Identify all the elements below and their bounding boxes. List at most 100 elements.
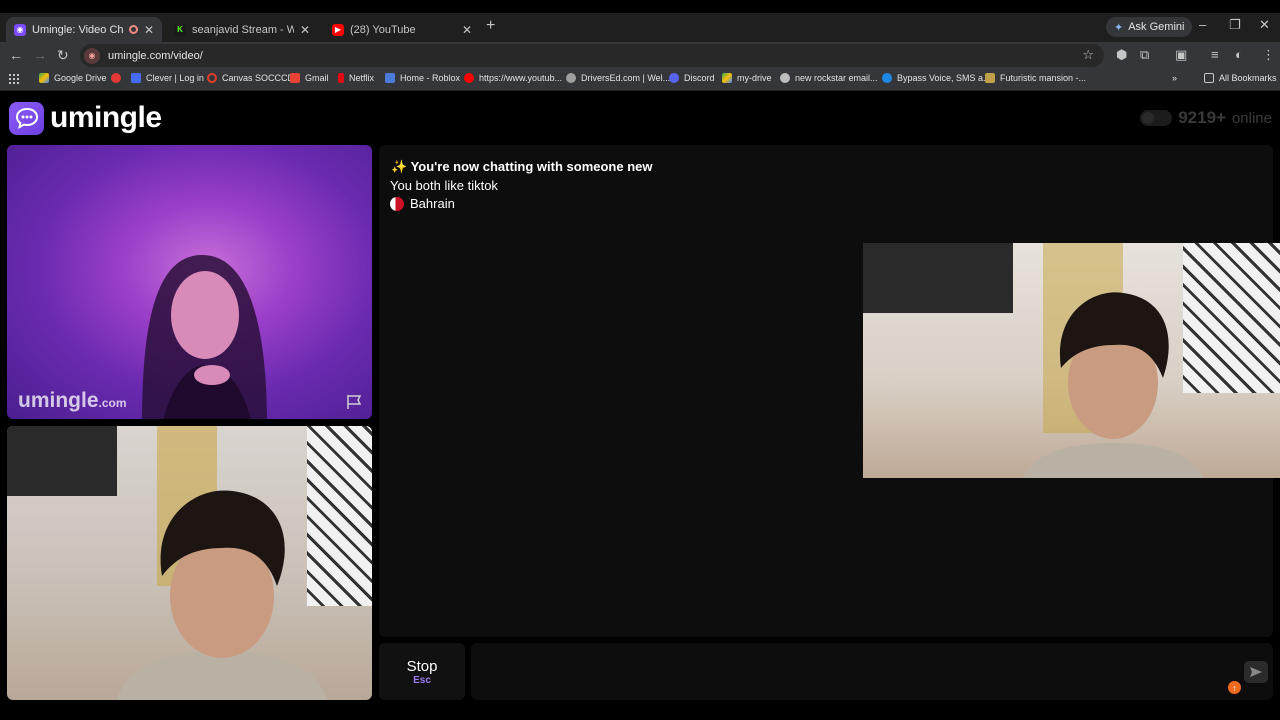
stranger-country: Bahrain: [390, 196, 455, 211]
google-drive-icon: [722, 73, 732, 83]
bookmark-bypass-voice[interactable]: Bypass Voice, SMS a...: [882, 73, 991, 83]
country-name: Bahrain: [410, 196, 455, 211]
bookmark-my-drive[interactable]: my-drive: [722, 73, 772, 83]
stranger-video: umingle.com: [7, 145, 372, 419]
notification-up-arrow-icon[interactable]: ↑: [1228, 681, 1241, 694]
kick-favicon-icon: K: [174, 23, 186, 36]
back-arrow-icon[interactable]: ←: [9, 47, 23, 63]
background-tv: [7, 426, 117, 496]
tab-title: Umingle: Video Chat with S: [32, 23, 123, 36]
address-bar[interactable]: ◉ umingle.com/video/ ☆: [80, 44, 1104, 67]
tab-kick-stream[interactable]: K seanjavid Stream - Watch Live o ✕: [166, 17, 318, 42]
reload-icon[interactable]: ↻: [57, 47, 69, 64]
clever-icon: [131, 73, 141, 83]
more-bookmarks-chevron-icon[interactable]: »: [1172, 73, 1177, 83]
new-chat-text: You're now chatting with someone new: [410, 159, 653, 174]
profile-icon[interactable]: ◐: [1235, 47, 1243, 62]
gemini-sparkle-icon: ✦: [1114, 21, 1124, 34]
theme-toggle[interactable]: [1140, 110, 1173, 126]
self-silhouette: [117, 490, 327, 700]
bookmark-google-drive[interactable]: Google Drive: [39, 73, 107, 83]
bookmark-discord[interactable]: Discord: [669, 73, 715, 83]
umingle-favicon-icon: ◉: [14, 23, 26, 36]
netflix-icon: [338, 73, 344, 83]
media-controls-icon[interactable]: ≡: [1211, 47, 1219, 62]
youtube-icon: [464, 73, 474, 83]
send-button[interactable]: [1244, 661, 1268, 683]
gmail-icon: [290, 73, 300, 83]
discord-icon: [669, 73, 679, 83]
background-tv: [863, 243, 1013, 313]
navigation-bar: ← → ↻ ◉ umingle.com/video/ ☆ ⬢ ⧉ ▣ ≡ ◐ ⋮: [0, 42, 1280, 69]
tab-title: (28) YouTube: [350, 23, 416, 36]
bookmark-rockstar[interactable]: new rockstar email...: [780, 73, 878, 83]
url-text: umingle.com/video/: [108, 49, 203, 62]
bookmark-gmail[interactable]: Gmail: [290, 73, 329, 83]
globe-icon: [566, 73, 576, 83]
stop-button[interactable]: Stop Esc: [379, 643, 465, 700]
close-tab-icon[interactable]: ✕: [462, 23, 472, 37]
common-interest-message: You both like tiktok: [390, 178, 498, 193]
canvas-icon: [207, 73, 217, 83]
tab-umingle[interactable]: ◉ Umingle: Video Chat with S ✕: [6, 17, 162, 42]
check-badge-icon: [882, 73, 892, 83]
bookmark-netflix[interactable]: Netflix: [338, 73, 374, 83]
lightbulb-icon: [780, 73, 790, 83]
extensions-puzzle-icon[interactable]: ⧉: [1140, 47, 1149, 63]
pip-self-silhouette: [1023, 292, 1203, 478]
site-logo[interactable]: umingle: [9, 101, 162, 135]
bookmark-youtube[interactable]: https://www.youtub...: [464, 73, 562, 83]
umingle-page: umingle 9219+ online umingle.com ✨ You'r…: [0, 91, 1280, 720]
bookmark-canvas[interactable]: Canvas SOCCCD: [207, 73, 294, 83]
youtube-favicon-icon: ▶: [332, 23, 344, 36]
image-icon: [985, 73, 995, 83]
all-bookmarks-folder[interactable]: All Bookmarks: [1204, 73, 1277, 83]
close-window-icon[interactable]: ✕: [1259, 17, 1270, 33]
bookmark-futuristic-mansion[interactable]: Futuristic mansion -...: [985, 73, 1086, 83]
bookmark-clever[interactable]: [111, 73, 126, 83]
tab-bar: ◉ Umingle: Video Chat with S ✕ K seanjav…: [0, 13, 1280, 42]
send-arrow-icon: [1250, 667, 1262, 677]
online-count: 9219+: [1178, 108, 1226, 127]
folder-icon: [1204, 73, 1214, 83]
tab-youtube[interactable]: ▶ (28) YouTube ✕: [324, 17, 480, 42]
bookmark-clever-login[interactable]: Clever | Log in: [131, 73, 204, 83]
tab-title: seanjavid Stream - Watch Live o: [192, 23, 294, 36]
message-input[interactable]: [471, 643, 1273, 700]
sparkles-icon: ✨: [391, 159, 408, 174]
close-tab-icon[interactable]: ✕: [144, 23, 154, 37]
online-label: online: [1231, 109, 1272, 127]
new-tab-button[interactable]: +: [486, 17, 495, 35]
tab-search-icon[interactable]: ▣: [1175, 47, 1187, 63]
stop-label: Stop: [406, 657, 438, 675]
online-indicator: 9219+ online: [1140, 108, 1272, 128]
ask-gemini-label: Ask Gemini: [1128, 21, 1185, 33]
logo-wordmark: umingle: [50, 101, 162, 134]
self-video: [7, 426, 372, 700]
bookmark-driversed[interactable]: DriversEd.com | Wel...: [566, 73, 670, 83]
chat-bubble-logo-icon: [9, 101, 44, 135]
screen-top-strip: [0, 0, 1280, 13]
report-flag-icon[interactable]: [345, 394, 363, 410]
ask-gemini-button[interactable]: ✦ Ask Gemini: [1106, 17, 1193, 37]
recording-icon: [128, 25, 138, 34]
menu-kebab-icon[interactable]: ⋮: [1262, 47, 1275, 63]
umingle-watermark: umingle.com: [18, 389, 127, 412]
minimize-window-icon[interactable]: –: [1199, 17, 1206, 32]
close-tab-icon[interactable]: ✕: [300, 23, 310, 37]
roblox-icon: [385, 73, 395, 83]
bookmarks-bar: Google Drive Clever | Log in Canvas SOCC…: [0, 69, 1280, 91]
system-message-new-chat: ✨ You're now chatting with someone new: [391, 159, 653, 175]
stop-shortcut-key: Esc: [413, 674, 431, 686]
bookmark-roblox[interactable]: Home - Roblox: [385, 73, 460, 83]
site-info-icon[interactable]: ◉: [84, 47, 100, 64]
bookmark-star-icon[interactable]: ☆: [1082, 47, 1094, 63]
extension-icon[interactable]: ⬢: [1116, 47, 1127, 63]
google-drive-icon: [39, 73, 49, 83]
pip-self-video[interactable]: [863, 243, 1280, 478]
stranger-silhouette: [142, 255, 267, 419]
restore-window-icon[interactable]: ❐: [1229, 17, 1241, 33]
apps-grid-icon[interactable]: [9, 74, 19, 84]
bookmark-favicon-icon: [111, 73, 121, 83]
forward-arrow-icon[interactable]: →: [33, 47, 47, 63]
